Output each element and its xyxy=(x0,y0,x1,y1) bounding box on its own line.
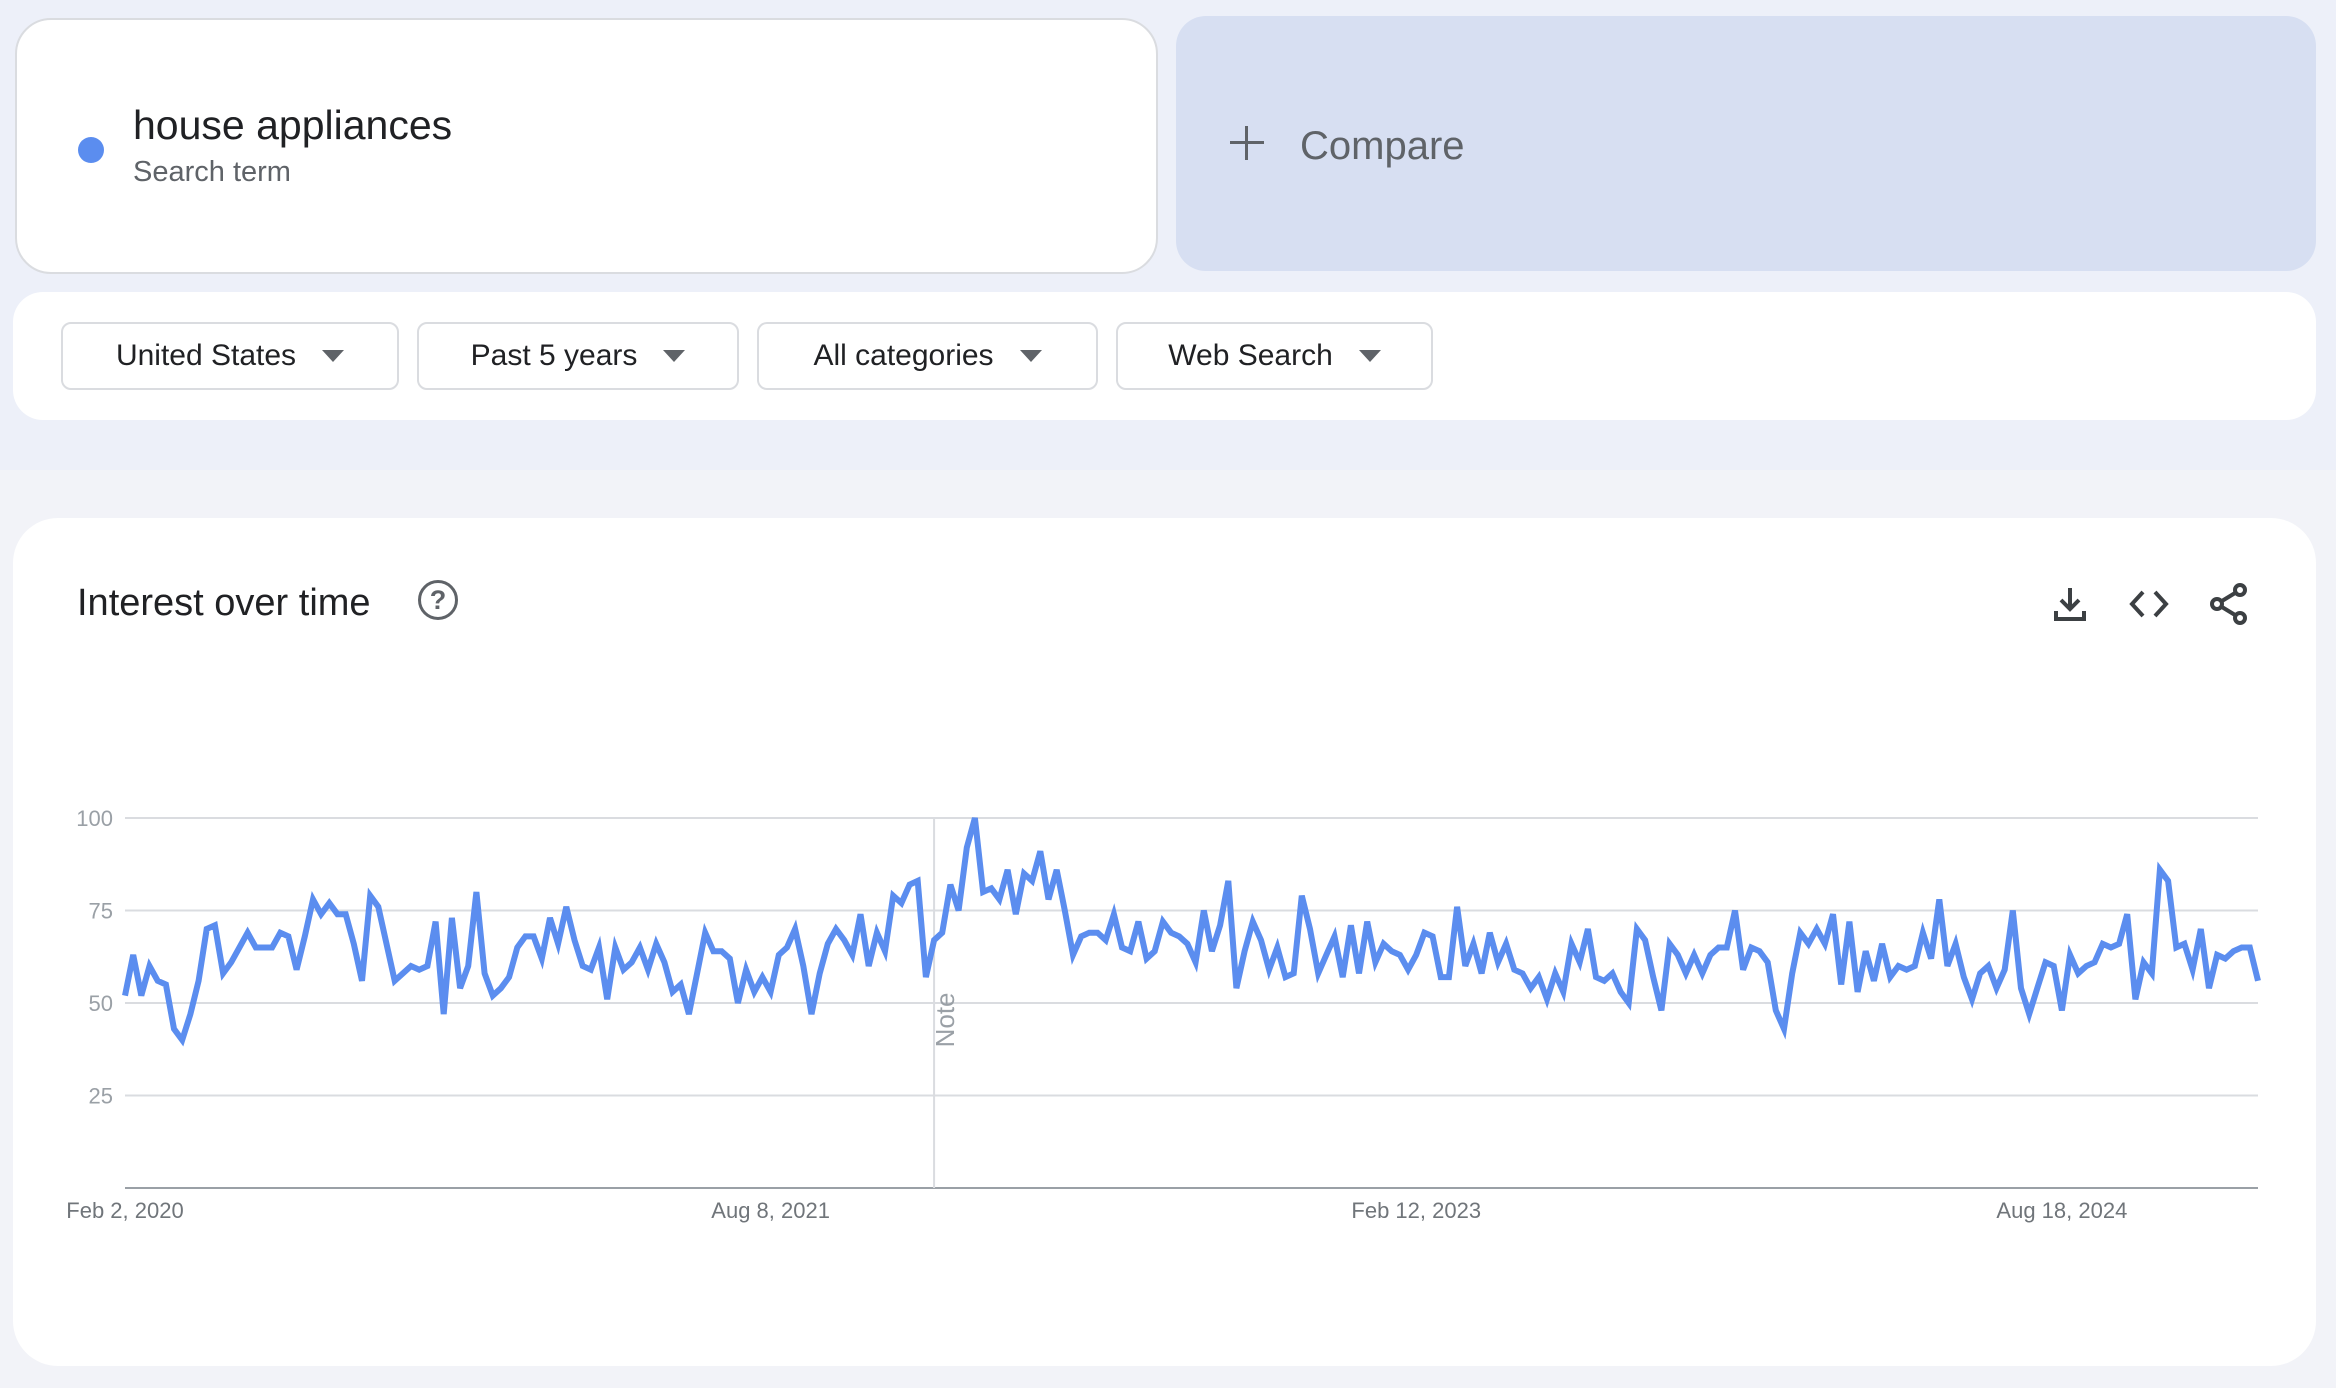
search-type-filter[interactable]: Web Search xyxy=(1116,322,1433,390)
region-filter-label: United States xyxy=(115,339,297,372)
time-range-filter[interactable]: Past 5 years xyxy=(417,322,739,390)
search-term-type: Search term xyxy=(133,156,291,188)
dropdown-arrow-icon xyxy=(1019,350,1042,362)
dropdown-arrow-icon xyxy=(1358,350,1381,362)
dropdown-arrow-icon xyxy=(663,350,686,362)
note-annotation: Note xyxy=(930,992,960,1047)
y-tick-label: 50 xyxy=(89,991,113,1016)
x-tick-label: Feb 12, 2023 xyxy=(1351,1198,1481,1223)
search-term-card[interactable]: house appliances Search term xyxy=(15,18,1158,274)
panel-title: Interest over time xyxy=(77,582,371,624)
plus-icon xyxy=(1230,126,1264,160)
x-tick-label: Feb 2, 2020 xyxy=(66,1198,183,1223)
y-tick-label: 75 xyxy=(89,899,113,924)
region-filter[interactable]: United States xyxy=(61,322,399,390)
search-term-label[interactable]: house appliances xyxy=(133,102,452,149)
dropdown-arrow-icon xyxy=(322,350,345,362)
search-type-filter-label: Web Search xyxy=(1168,339,1333,372)
category-filter[interactable]: All categories xyxy=(757,322,1098,390)
x-tick-label: Aug 8, 2021 xyxy=(711,1198,830,1223)
compare-label: Compare xyxy=(1300,124,1465,168)
series-line-house-appliances xyxy=(122,817,2261,1047)
x-tick-label: Aug 18, 2024 xyxy=(1996,1198,2127,1223)
y-tick-label: 25 xyxy=(89,1084,113,1109)
series-color-dot xyxy=(78,137,104,163)
help-icon[interactable]: ? xyxy=(418,580,458,620)
interest-over-time-chart: 25 50 75 100 Feb 2, 2020 Aug 8, 2021 Feb 12, 2… xyxy=(66,806,2261,1223)
compare-button[interactable]: Compare xyxy=(1176,16,2316,271)
embed-code-icon[interactable] xyxy=(2127,582,2171,626)
filter-bar: United States Past 5 years All categorie… xyxy=(13,292,2316,420)
category-filter-label: All categories xyxy=(813,339,994,372)
y-tick-label: 100 xyxy=(76,806,113,831)
interest-over-time-card: 25 50 75 100 Feb 2, 2020 Aug 8, 2021 Feb 12, 2… xyxy=(13,518,2316,1366)
download-icon[interactable] xyxy=(2048,582,2092,626)
time-range-filter-label: Past 5 years xyxy=(470,339,638,372)
share-icon[interactable] xyxy=(2207,582,2251,626)
